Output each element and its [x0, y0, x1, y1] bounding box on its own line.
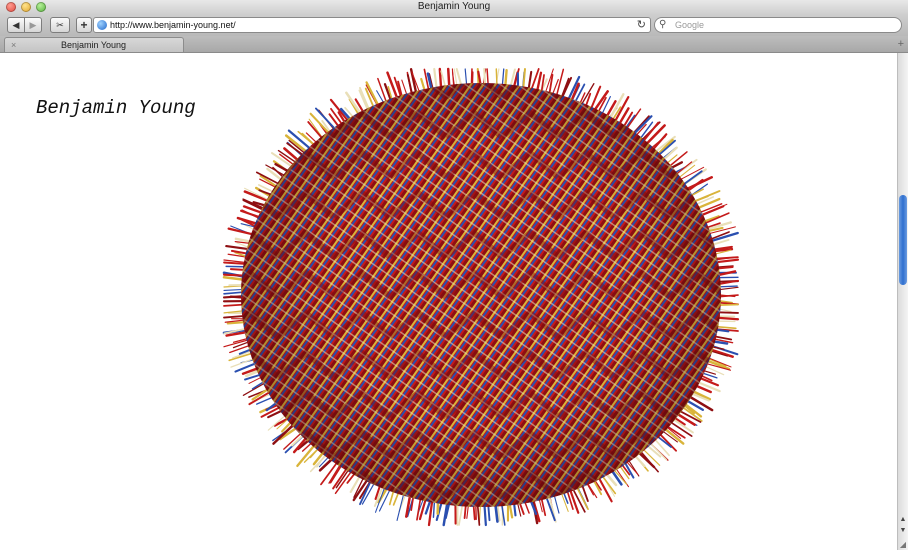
tab-close-icon[interactable]: ×	[11, 38, 16, 53]
back-arrow-icon: ◀	[12, 20, 20, 30]
window-controls	[6, 2, 46, 12]
add-bookmark-button[interactable]: +	[76, 17, 92, 33]
zoom-window-button[interactable]	[36, 2, 46, 12]
tab-label: Benjamin Young	[61, 40, 127, 50]
plus-icon: +	[80, 18, 88, 32]
scrollbar-thumb[interactable]	[899, 195, 907, 285]
web-clip-button[interactable]: ✂	[50, 17, 70, 33]
close-window-button[interactable]	[6, 2, 16, 12]
woven-textile-artwork	[222, 67, 740, 527]
scroll-down-arrow-icon[interactable]: ▼	[898, 527, 908, 537]
address-url[interactable]: http://www.benjamin-young.net/	[110, 18, 236, 32]
site-title[interactable]: Benjamin Young	[36, 97, 196, 119]
minimize-window-button[interactable]	[21, 2, 31, 12]
tab-bar: × Benjamin Young +	[0, 36, 908, 53]
search-field[interactable]: ⚲	[654, 17, 902, 33]
reload-icon[interactable]: ↻	[637, 18, 646, 32]
search-input[interactable]	[675, 18, 885, 32]
search-icon: ⚲	[659, 19, 667, 30]
scroll-up-arrow-icon[interactable]: ▲	[898, 516, 908, 526]
resize-grip-icon[interactable]: ◢	[898, 540, 908, 550]
forward-button[interactable]: ▶	[24, 17, 42, 33]
new-tab-icon[interactable]: +	[898, 36, 904, 52]
browser-toolbar: ◀ ▶ ✂ + http://www.benjamin-young.net/ ↻…	[0, 14, 908, 36]
textile-shading	[241, 83, 721, 507]
window-title: Benjamin Young	[417, 1, 491, 12]
address-bar[interactable]: http://www.benjamin-young.net/ ↻	[93, 17, 651, 33]
globe-icon	[97, 20, 107, 30]
tab-benjamin-young[interactable]: × Benjamin Young	[4, 37, 184, 52]
window-titlebar: Benjamin Young	[0, 0, 908, 14]
scissors-icon: ✂	[56, 20, 64, 30]
forward-arrow-icon: ▶	[29, 20, 37, 30]
vertical-scrollbar[interactable]: ▲ ▼ ◢	[897, 53, 908, 550]
page-viewport: Benjamin Young	[0, 53, 897, 550]
back-button[interactable]: ◀	[7, 17, 25, 33]
